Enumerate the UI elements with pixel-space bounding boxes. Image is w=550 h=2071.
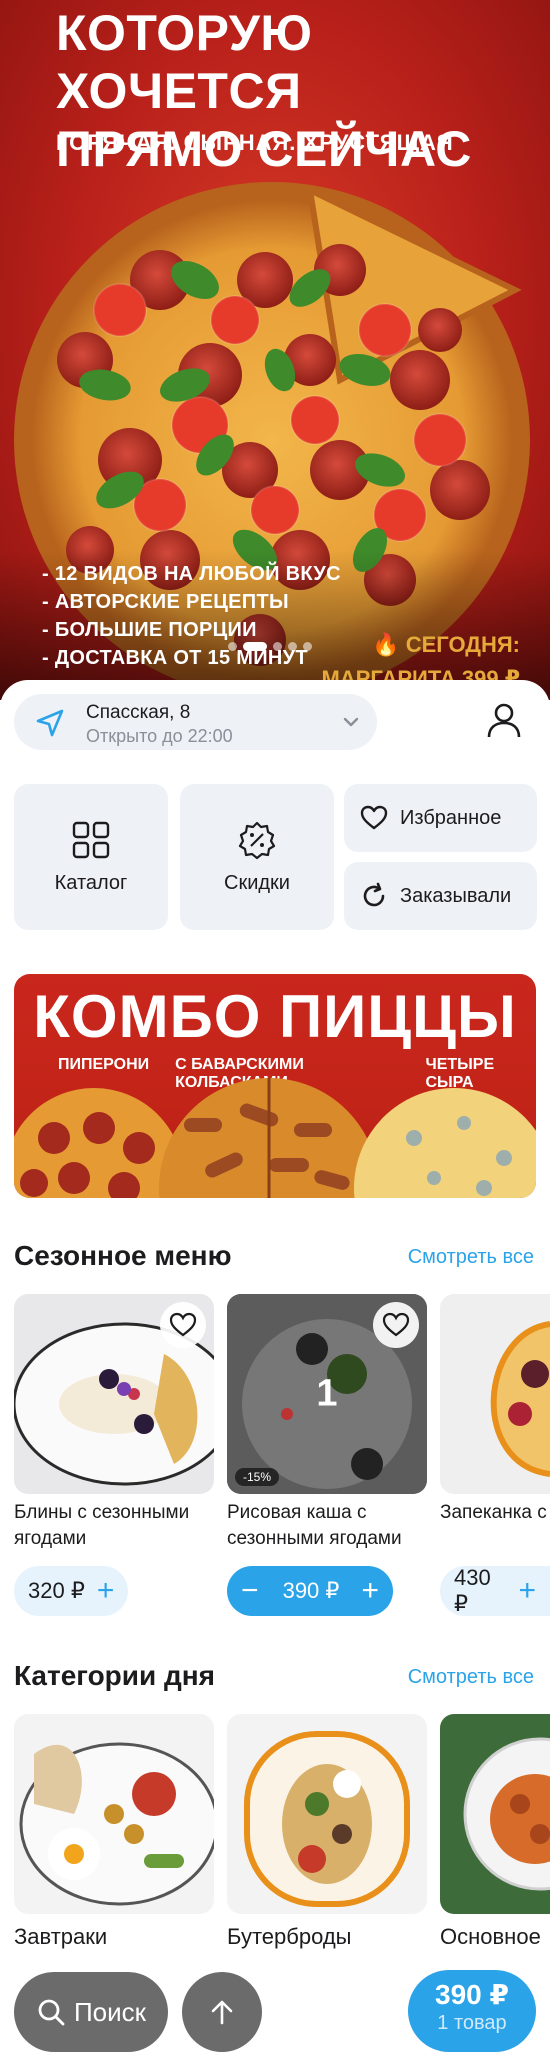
seasonal-section-title: Сезонное меню bbox=[14, 1240, 232, 1271]
search-icon bbox=[38, 1999, 65, 2026]
carousel-dot[interactable] bbox=[228, 642, 237, 651]
product-photo bbox=[490, 1321, 550, 1477]
discount-badge: -15% bbox=[235, 1468, 280, 1486]
discounts-label: Скидки bbox=[224, 871, 290, 894]
carousel-dot[interactable] bbox=[288, 642, 297, 651]
hero-bullets: - 12 ВИДОВ НА ЛЮБОЙ ВКУС - АВТОРСКИЕ РЕЦ… bbox=[42, 560, 341, 672]
address-text: Спасская, 8 Открыто до 22:00 bbox=[86, 702, 233, 748]
scroll-up-button[interactable] bbox=[182, 1972, 262, 2052]
product-image[interactable] bbox=[440, 1294, 550, 1494]
location-arrow-icon bbox=[36, 709, 64, 737]
carousel-dot[interactable] bbox=[273, 642, 282, 651]
category-photo bbox=[19, 1742, 214, 1906]
hero-bullet: - АВТОРСКИЕ РЕЦЕПТЫ bbox=[42, 591, 289, 613]
product-price: 430 ₽ bbox=[454, 1565, 491, 1616]
category-name: Бутерброды bbox=[227, 1924, 352, 1949]
quantity-stepper[interactable]: − 390 ₽ + bbox=[227, 1566, 393, 1616]
hero-bullet: - 12 ВИДОВ НА ЛЮБОЙ ВКУС bbox=[42, 563, 341, 585]
favorite-toggle[interactable] bbox=[373, 1302, 419, 1348]
minus-button[interactable]: − bbox=[241, 1576, 259, 1606]
heart-icon bbox=[169, 1312, 197, 1337]
search-label: Поиск bbox=[73, 1996, 147, 2027]
catalog-label: Каталог bbox=[54, 871, 128, 894]
search-button[interactable]: Поиск bbox=[14, 1972, 168, 2052]
cart-quantity: 1 bbox=[316, 1372, 338, 1415]
grid-icon bbox=[72, 821, 110, 858]
category-image[interactable] bbox=[14, 1714, 214, 1914]
favorites-button[interactable]: Избранное bbox=[344, 784, 537, 852]
hero-title-line: КОТОРУЮ ХОЧЕТСЯ bbox=[56, 5, 313, 119]
product-image[interactable]: 1 -15% bbox=[227, 1294, 427, 1494]
carousel-dot[interactable] bbox=[303, 642, 312, 651]
ordered-button[interactable]: Заказывали bbox=[344, 862, 537, 930]
cart-count: 1 товар bbox=[437, 2012, 507, 2034]
add-to-cart-button[interactable]: 430 ₽ + bbox=[440, 1565, 550, 1616]
profile-icon[interactable] bbox=[484, 700, 524, 740]
product-image[interactable] bbox=[14, 1294, 214, 1494]
category-photo bbox=[244, 1731, 410, 1907]
refresh-icon bbox=[363, 882, 385, 907]
product-name: Запеканка с сливой и се bbox=[440, 1502, 550, 1523]
cart-button[interactable]: 390 ₽ 1 товар bbox=[408, 1970, 536, 2052]
ordered-label: Заказывали bbox=[400, 884, 512, 907]
plus-icon: + bbox=[96, 1574, 115, 1607]
category-photo bbox=[463, 1737, 550, 1891]
product-price: 390 ₽ bbox=[282, 1578, 340, 1603]
product-name: Блины с сезонными ягодами bbox=[14, 1502, 190, 1549]
category-image[interactable] bbox=[227, 1714, 427, 1914]
plus-icon: + bbox=[518, 1574, 536, 1607]
carousel-dots[interactable] bbox=[228, 642, 312, 651]
catalog-button[interactable]: Каталог bbox=[14, 784, 168, 930]
add-to-cart-button[interactable]: 320 ₽ + bbox=[14, 1566, 129, 1616]
categories-see-all-link[interactable]: Смотреть все bbox=[408, 1666, 534, 1689]
combo-pizzas-image bbox=[14, 1078, 536, 1198]
main-sheet: Спасская, 8 Открыто до 22:00 Каталог Ски… bbox=[0, 680, 550, 2071]
product-name: Рисовая каша с сезонными ягодами bbox=[227, 1502, 402, 1549]
category-name: Основное bbox=[440, 1924, 541, 1949]
heart-icon bbox=[382, 1312, 410, 1337]
discount-icon bbox=[238, 821, 276, 859]
combo-title: КОМБО ПИЦЦЫ bbox=[33, 983, 517, 1050]
categories-section-title: Категории дня bbox=[14, 1660, 216, 1691]
seasonal-see-all-link[interactable]: Смотреть все bbox=[408, 1246, 534, 1269]
plus-button[interactable]: + bbox=[361, 1576, 379, 1606]
today-label: 🔥 СЕГОДНЯ: bbox=[372, 632, 520, 657]
cart-total: 390 ₽ bbox=[435, 1979, 509, 2010]
address-selector[interactable]: Спасская, 8 Открыто до 22:00 bbox=[14, 694, 377, 750]
combo-banner[interactable]: КОМБО ПИЦЦЫ ПИПЕРОНИ С БАВАРСКИМИ КОЛБАС… bbox=[14, 974, 536, 1198]
category-image[interactable] bbox=[440, 1714, 550, 1914]
arrow-up-icon bbox=[211, 2000, 233, 2025]
product-price: 320 ₽ bbox=[28, 1578, 85, 1603]
heart-icon bbox=[360, 805, 388, 830]
favorite-toggle[interactable] bbox=[160, 1302, 206, 1348]
chevron-down-icon bbox=[343, 717, 359, 727]
promo-banner[interactable]: КОТОРУЮ ХОЧЕТСЯ ПРЯМО СЕЙЧАС ГОРЯЧАЯ. СЫ… bbox=[0, 0, 550, 700]
favorites-label: Избранное bbox=[400, 806, 502, 829]
carousel-dot-active[interactable] bbox=[243, 642, 267, 651]
address-hours: Открыто до 22:00 bbox=[86, 726, 233, 746]
address-street: Спасская, 8 bbox=[86, 702, 191, 723]
hero-bullet: - БОЛЬШИЕ ПОРЦИИ bbox=[42, 619, 257, 641]
hero-subtitle: ГОРЯЧАЯ. СЫРНАЯ. ХРУСТЯЩАЯ bbox=[56, 130, 454, 155]
category-name: Завтраки bbox=[14, 1924, 108, 1949]
discounts-button[interactable]: Скидки bbox=[180, 784, 334, 930]
